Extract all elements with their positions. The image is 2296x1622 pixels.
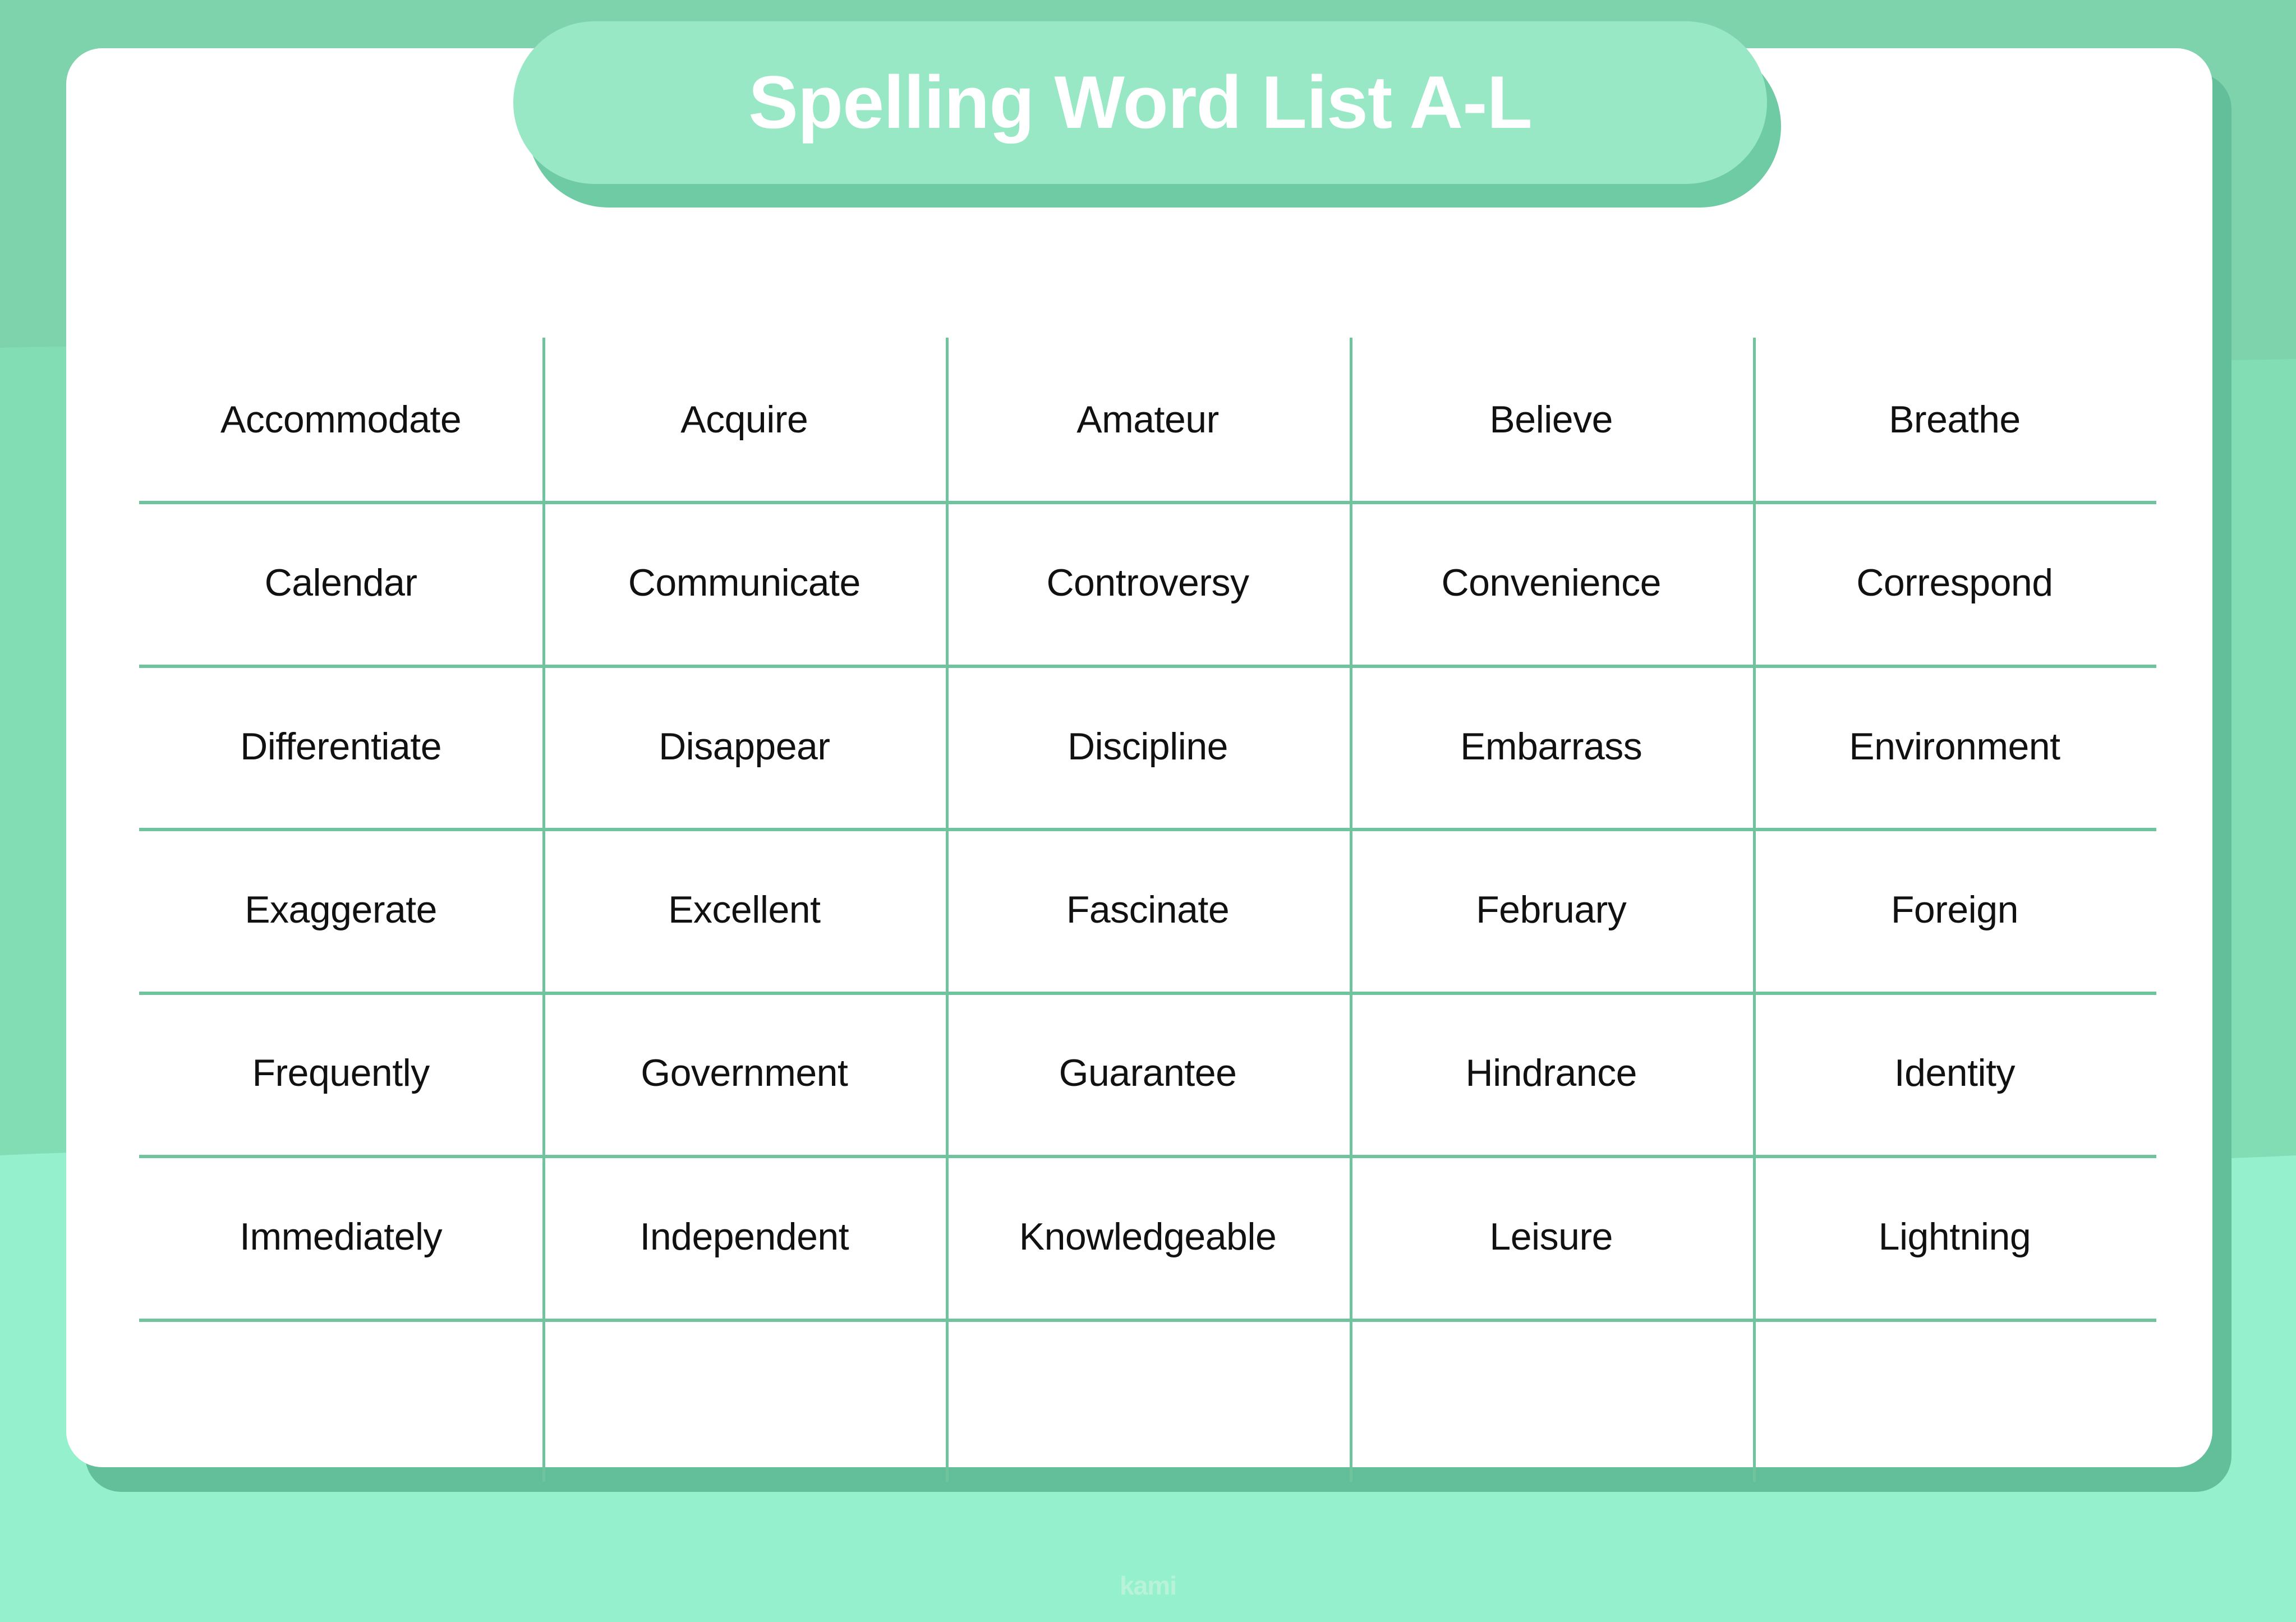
word-cell[interactable]: Guarantee	[946, 992, 1349, 1155]
word-cell[interactable]: Communicate	[542, 501, 946, 664]
word-cell[interactable]: Breathe	[1753, 338, 2156, 501]
word-cell[interactable]: Accommodate	[139, 338, 542, 501]
word-cell[interactable]: Convenience	[1350, 501, 1753, 664]
empty-cell[interactable]	[1350, 1319, 1753, 1482]
word-cell[interactable]: Excellent	[542, 828, 946, 991]
word-cell[interactable]: Calendar	[139, 501, 542, 664]
word-cell[interactable]: Embarrass	[1350, 665, 1753, 828]
word-cell[interactable]: Knowledgeable	[946, 1155, 1349, 1318]
word-cell[interactable]: Foreign	[1753, 828, 2156, 991]
word-cell[interactable]: Lightning	[1753, 1155, 2156, 1318]
spelling-word-table: Accommodate Acquire Amateur Believe Breathe C…	[139, 338, 2156, 1482]
word-cell[interactable]: Correspond	[1753, 501, 2156, 664]
word-cell[interactable]: Amateur	[946, 338, 1349, 501]
empty-cell[interactable]	[946, 1319, 1349, 1482]
kami-logo: kami	[1120, 1571, 1177, 1600]
word-cell[interactable]: Disappear	[542, 665, 946, 828]
page-title: Spelling Word List A-L	[748, 61, 1533, 144]
word-cell[interactable]: Government	[542, 992, 946, 1155]
word-cell[interactable]: Environment	[1753, 665, 2156, 828]
word-cell[interactable]: Discipline	[946, 665, 1349, 828]
word-cell[interactable]: Independent	[542, 1155, 946, 1318]
word-cell[interactable]: Fascinate	[946, 828, 1349, 991]
word-cell[interactable]: Controversy	[946, 501, 1349, 664]
word-cell[interactable]: Exaggerate	[139, 828, 542, 991]
word-cell[interactable]: Acquire	[542, 338, 946, 501]
empty-cell[interactable]	[542, 1319, 946, 1482]
empty-cell[interactable]	[139, 1319, 542, 1482]
word-cell[interactable]: Leisure	[1350, 1155, 1753, 1318]
word-cell[interactable]: Immediately	[139, 1155, 542, 1318]
title-banner: Spelling Word List A-L	[513, 21, 1767, 184]
word-cell[interactable]: February	[1350, 828, 1753, 991]
word-cell[interactable]: Differentiate	[139, 665, 542, 828]
word-grid: Accommodate Acquire Amateur Believe Breathe C…	[139, 338, 2156, 1482]
word-cell[interactable]: Hindrance	[1350, 992, 1753, 1155]
word-cell[interactable]: Believe	[1350, 338, 1753, 501]
word-cell[interactable]: Identity	[1753, 992, 2156, 1155]
word-cell[interactable]: Frequently	[139, 992, 542, 1155]
empty-cell[interactable]	[1753, 1319, 2156, 1482]
